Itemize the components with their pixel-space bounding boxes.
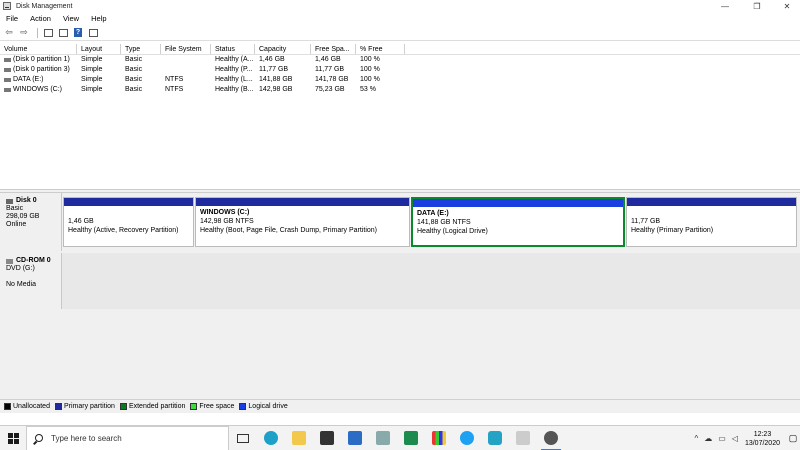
title-bar: Disk Management — ❐ ✕	[0, 0, 800, 12]
menu-bar: File Action View Help	[0, 12, 800, 25]
restore-button[interactable]: ❐	[742, 0, 772, 12]
primary-partition-bar	[196, 198, 409, 206]
show-hide-action-pane-icon[interactable]	[87, 27, 99, 39]
disk-0-label[interactable]: Disk 0 Basic 298,09 GB Online	[0, 193, 62, 251]
hard-disk-icon	[6, 198, 13, 204]
column-volume[interactable]: Volume	[0, 44, 77, 54]
partition-data-e[interactable]: DATA (E:) 141,88 GB NTFS Healthy (Logica…	[411, 197, 625, 247]
legend-primary-partition: Primary partition	[54, 403, 115, 410]
menu-help[interactable]: Help	[91, 14, 106, 23]
legend: Unallocated Primary partition Extended p…	[0, 399, 800, 413]
table-row[interactable]: (Disk 0 partition 3) Simple Basic Health…	[0, 65, 800, 75]
volume-list: Volume Layout Type File System Status Ca…	[0, 44, 800, 189]
start-button[interactable]	[0, 426, 26, 450]
legend-swatch	[190, 403, 198, 410]
graphical-disk-view: Disk 0 Basic 298,09 GB Online 1,46 GB He…	[0, 193, 800, 399]
cdrom-0-row: CD-ROM 0 DVD (G:) No Media	[0, 253, 800, 309]
legend-swatch	[54, 403, 62, 410]
chart-app-icon[interactable]	[397, 426, 425, 450]
table-row[interactable]: WINDOWS (C:) Simple Basic NTFS Healthy (…	[0, 85, 800, 95]
back-arrow-icon[interactable]: ⇦	[3, 27, 15, 39]
partition-primary-3[interactable]: 11,77 GB Healthy (Primary Partition)	[626, 197, 797, 247]
disk-0-row: Disk 0 Basic 298,09 GB Online 1,46 GB He…	[0, 193, 800, 251]
table-row[interactable]: (Disk 0 partition 1) Simple Basic Health…	[0, 55, 800, 65]
column-status[interactable]: Status	[211, 44, 255, 54]
photos-icon[interactable]	[369, 426, 397, 450]
legend-logical-drive: Logical drive	[239, 403, 288, 410]
toolbar-separator	[37, 27, 38, 38]
media-app-icon[interactable]	[425, 426, 453, 450]
column-free-space[interactable]: Free Spa...	[311, 44, 356, 54]
notification-center-icon[interactable]: ▢	[786, 426, 800, 450]
legend-unallocated: Unallocated	[4, 403, 50, 410]
twitter-icon[interactable]	[453, 426, 481, 450]
table-row[interactable]: DATA (E:) Simple Basic NTFS Healthy (L..…	[0, 75, 800, 85]
close-button[interactable]: ✕	[772, 0, 800, 12]
primary-partition-bar	[64, 198, 193, 206]
disk-management-app-icon	[3, 2, 11, 10]
menu-view[interactable]: View	[63, 14, 79, 23]
volume-list-header: Volume Layout Type File System Status Ca…	[0, 44, 800, 55]
system-tray: ^ ☁ ▭ ◁ 12:23 13/07/2020 ▢	[691, 426, 800, 450]
airplane-app-icon[interactable]	[509, 426, 537, 450]
file-explorer-icon[interactable]	[285, 426, 313, 450]
minimize-button[interactable]: —	[710, 0, 740, 12]
network-icon[interactable]: ▭	[718, 434, 726, 443]
column-type[interactable]: Type	[121, 44, 161, 54]
properties-icon[interactable]	[57, 27, 69, 39]
windows-logo-icon	[7, 432, 19, 444]
cdrom-media-area[interactable]	[62, 253, 800, 309]
legend-free-space: Free space	[190, 403, 234, 410]
microsoft-store-icon[interactable]	[313, 426, 341, 450]
column-file-system[interactable]: File System	[161, 44, 211, 54]
task-view-icon[interactable]	[229, 426, 257, 450]
legend-swatch	[4, 403, 11, 410]
mail-icon[interactable]	[341, 426, 369, 450]
cdrom-0-label[interactable]: CD-ROM 0 DVD (G:) No Media	[0, 253, 62, 309]
onedrive-cloud-icon[interactable]: ☁	[704, 434, 712, 443]
search-icon	[35, 434, 43, 442]
cdrom-icon	[6, 258, 13, 264]
partition-windows-c[interactable]: WINDOWS (C:) 142,98 GB NTFS Healthy (Boo…	[195, 197, 410, 247]
legend-extended-partition: Extended partition	[119, 403, 185, 410]
drive-icon	[4, 68, 11, 72]
taskbar-search-box[interactable]: Type here to search	[26, 425, 229, 450]
whatsapp-icon[interactable]	[481, 426, 509, 450]
forward-arrow-icon[interactable]: ⇨	[18, 27, 30, 39]
disk-management-taskbar-icon[interactable]	[537, 426, 565, 450]
menu-file[interactable]: File	[6, 14, 18, 23]
legend-swatch	[119, 403, 127, 410]
column-capacity[interactable]: Capacity	[255, 44, 311, 54]
drive-icon	[4, 58, 11, 62]
window-title: Disk Management	[16, 2, 73, 10]
edge-browser-icon[interactable]	[257, 426, 285, 450]
logical-drive-bar	[413, 199, 623, 207]
taskbar-clock[interactable]: 12:23 13/07/2020	[745, 430, 780, 448]
show-hidden-icons-chevron-icon[interactable]: ^	[694, 434, 698, 443]
volume-icon[interactable]: ◁	[732, 434, 738, 443]
toolbar: ⇦ ⇨ ?	[0, 25, 800, 41]
partition-recovery[interactable]: 1,46 GB Healthy (Active, Recovery Partit…	[63, 197, 194, 247]
column-layout[interactable]: Layout	[77, 44, 121, 54]
legend-swatch	[239, 403, 247, 410]
primary-partition-bar	[627, 198, 796, 206]
column-percent-free[interactable]: % Free	[356, 44, 405, 54]
menu-action[interactable]: Action	[30, 14, 51, 23]
drive-icon	[4, 78, 11, 82]
drive-icon	[4, 88, 11, 92]
show-hide-console-tree-icon[interactable]	[42, 27, 54, 39]
help-icon[interactable]: ?	[72, 27, 84, 39]
taskbar: Type here to search ^ ☁ ▭ ◁ 12:23 13/07/…	[0, 425, 800, 450]
